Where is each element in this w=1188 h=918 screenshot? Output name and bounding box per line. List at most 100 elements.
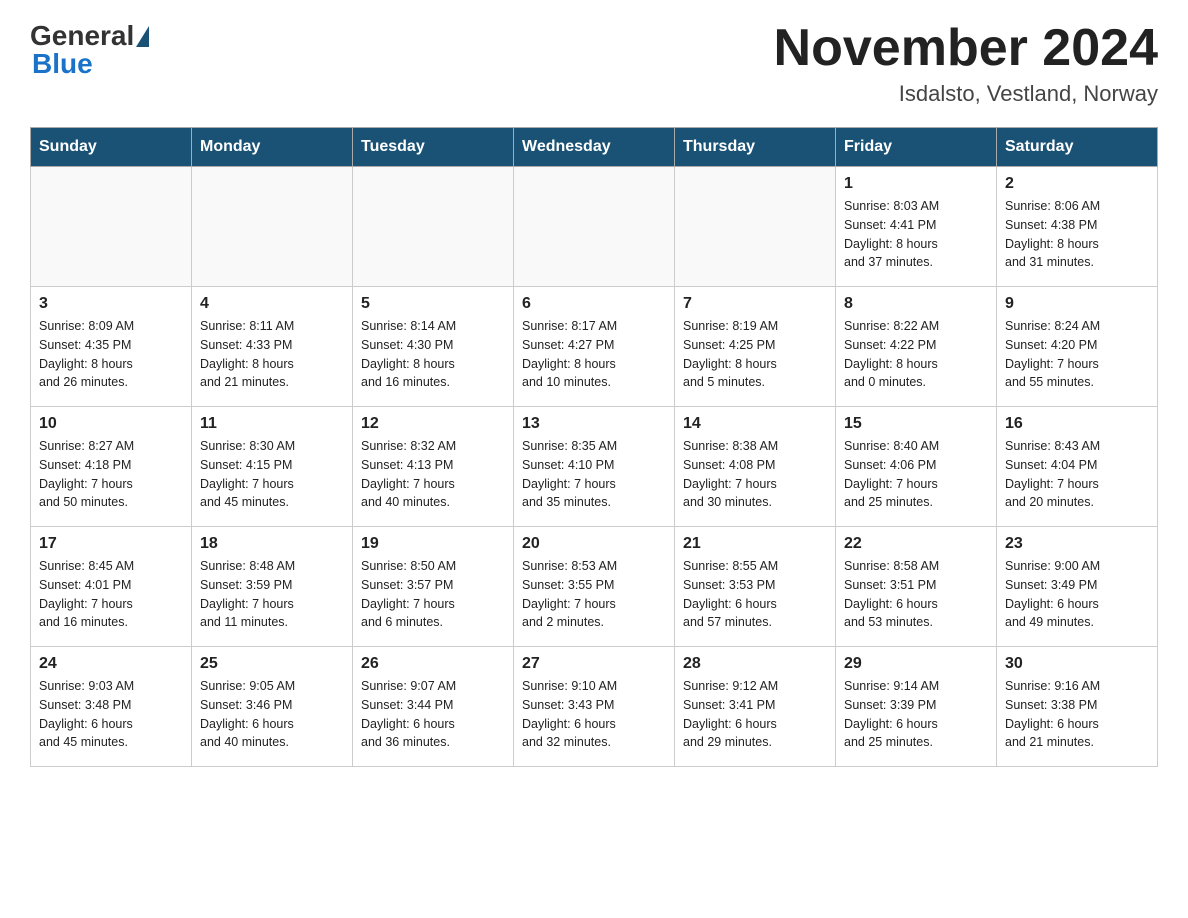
day-number: 17: [39, 535, 183, 553]
day-number: 7: [683, 295, 827, 313]
day-number: 19: [361, 535, 505, 553]
calendar-cell: 21 Sunrise: 8:55 AMSunset: 3:53 PMDayligh…: [675, 527, 836, 647]
day-info: Sunrise: 8:45 AMSunset: 4:01 PMDaylight:…: [39, 557, 183, 632]
page-header: General Blue November 2024 Isdalsto, Ves…: [30, 20, 1158, 107]
day-info: Sunrise: 8:40 AMSunset: 4:06 PMDaylight:…: [844, 437, 988, 512]
day-number: 2: [1005, 175, 1149, 193]
day-info: Sunrise: 8:32 AMSunset: 4:13 PMDaylight:…: [361, 437, 505, 512]
calendar-week-3: 10Sunrise: 8:27 AMSunset: 4:18 PMDayligh…: [31, 407, 1158, 527]
calendar-cell: 13 Sunrise: 8:35 AMSunset: 4:10 PMDayligh…: [514, 407, 675, 527]
calendar-cell: 27 Sunrise: 9:10 AMSunset: 3:43 PMDayligh…: [514, 647, 675, 767]
day-info: Sunrise: 9:14 AMSunset: 3:39 PMDaylight:…: [844, 677, 988, 752]
day-info: Sunrise: 8:48 AMSunset: 3:59 PMDaylight:…: [200, 557, 344, 632]
calendar-cell: 29Sunrise: 9:14 AMSunset: 3:39 PMDayligh…: [836, 647, 997, 767]
day-number: 13: [522, 415, 666, 433]
calendar-cell: 28 Sunrise: 9:12 AMSunset: 3:41 PMDayligh…: [675, 647, 836, 767]
day-number: 27: [522, 655, 666, 673]
calendar-cell: 16 Sunrise: 8:43 AMSunset: 4:04 PMDayligh…: [997, 407, 1158, 527]
header-saturday: Saturday: [997, 128, 1158, 167]
calendar-cell: 4 Sunrise: 8:11 AMSunset: 4:33 PMDaylight…: [192, 287, 353, 407]
calendar-cell: 7 Sunrise: 8:19 AMSunset: 4:25 PMDaylight…: [675, 287, 836, 407]
day-info: Sunrise: 8:35 AMSunset: 4:10 PMDaylight:…: [522, 437, 666, 512]
calendar-cell: 23Sunrise: 9:00 AMSunset: 3:49 PMDayligh…: [997, 527, 1158, 647]
calendar-cell: [31, 167, 192, 287]
calendar-cell: 25 Sunrise: 9:05 AMSunset: 3:46 PMDayligh…: [192, 647, 353, 767]
calendar-table: Sunday Monday Tuesday Wednesday Thursday…: [30, 127, 1158, 767]
calendar-cell: 14 Sunrise: 8:38 AMSunset: 4:08 PMDayligh…: [675, 407, 836, 527]
calendar-cell: 8 Sunrise: 8:22 AMSunset: 4:22 PMDaylight…: [836, 287, 997, 407]
day-info: Sunrise: 9:12 AMSunset: 3:41 PMDaylight:…: [683, 677, 827, 752]
day-number: 23: [1005, 535, 1149, 553]
calendar-cell: 18 Sunrise: 8:48 AMSunset: 3:59 PMDayligh…: [192, 527, 353, 647]
day-number: 5: [361, 295, 505, 313]
day-number: 18: [200, 535, 344, 553]
calendar-cell: 20Sunrise: 8:53 AMSunset: 3:55 PMDayligh…: [514, 527, 675, 647]
title-block: November 2024 Isdalsto, Vestland, Norway: [774, 20, 1158, 107]
day-info: Sunrise: 8:38 AMSunset: 4:08 PMDaylight:…: [683, 437, 827, 512]
day-info: Sunrise: 8:11 AMSunset: 4:33 PMDaylight:…: [200, 317, 344, 392]
day-info: Sunrise: 8:03 AMSunset: 4:41 PMDaylight:…: [844, 197, 988, 272]
day-number: 8: [844, 295, 988, 313]
day-info: Sunrise: 8:58 AMSunset: 3:51 PMDaylight:…: [844, 557, 988, 632]
day-info: Sunrise: 8:30 AMSunset: 4:15 PMDaylight:…: [200, 437, 344, 512]
day-number: 6: [522, 295, 666, 313]
day-number: 4: [200, 295, 344, 313]
day-number: 16: [1005, 415, 1149, 433]
calendar-week-4: 17 Sunrise: 8:45 AMSunset: 4:01 PMDayligh…: [31, 527, 1158, 647]
calendar-cell: 2 Sunrise: 8:06 AMSunset: 4:38 PMDaylight…: [997, 167, 1158, 287]
logo: General Blue: [30, 20, 149, 80]
calendar-subtitle: Isdalsto, Vestland, Norway: [774, 81, 1158, 107]
day-number: 9: [1005, 295, 1149, 313]
calendar-cell: [192, 167, 353, 287]
day-info: Sunrise: 8:24 AMSunset: 4:20 PMDaylight:…: [1005, 317, 1149, 392]
day-number: 3: [39, 295, 183, 313]
day-info: Sunrise: 8:55 AMSunset: 3:53 PMDaylight:…: [683, 557, 827, 632]
calendar-cell: 17 Sunrise: 8:45 AMSunset: 4:01 PMDayligh…: [31, 527, 192, 647]
day-info: Sunrise: 8:14 AMSunset: 4:30 PMDaylight:…: [361, 317, 505, 392]
day-number: 20: [522, 535, 666, 553]
logo-blue-text: Blue: [32, 48, 93, 80]
calendar-cell: 19 Sunrise: 8:50 AMSunset: 3:57 PMDayligh…: [353, 527, 514, 647]
day-info: Sunrise: 8:09 AMSunset: 4:35 PMDaylight:…: [39, 317, 183, 392]
day-number: 21: [683, 535, 827, 553]
calendar-cell: 26Sunrise: 9:07 AMSunset: 3:44 PMDayligh…: [353, 647, 514, 767]
day-info: Sunrise: 9:16 AMSunset: 3:38 PMDaylight:…: [1005, 677, 1149, 752]
day-number: 25: [200, 655, 344, 673]
calendar-cell: 15Sunrise: 8:40 AMSunset: 4:06 PMDayligh…: [836, 407, 997, 527]
day-info: Sunrise: 8:22 AMSunset: 4:22 PMDaylight:…: [844, 317, 988, 392]
day-info: Sunrise: 8:19 AMSunset: 4:25 PMDaylight:…: [683, 317, 827, 392]
calendar-cell: 24 Sunrise: 9:03 AMSunset: 3:48 PMDayligh…: [31, 647, 192, 767]
day-number: 14: [683, 415, 827, 433]
calendar-cell: 11 Sunrise: 8:30 AMSunset: 4:15 PMDayligh…: [192, 407, 353, 527]
day-info: Sunrise: 9:03 AMSunset: 3:48 PMDaylight:…: [39, 677, 183, 752]
calendar-title: November 2024: [774, 20, 1158, 77]
day-info: Sunrise: 8:17 AMSunset: 4:27 PMDaylight:…: [522, 317, 666, 392]
calendar-cell: 6 Sunrise: 8:17 AMSunset: 4:27 PMDaylight…: [514, 287, 675, 407]
header-monday: Monday: [192, 128, 353, 167]
day-number: 26: [361, 655, 505, 673]
header-thursday: Thursday: [675, 128, 836, 167]
logo-triangle-icon: [136, 26, 149, 47]
header-sunday: Sunday: [31, 128, 192, 167]
day-number: 30: [1005, 655, 1149, 673]
day-info: Sunrise: 9:10 AMSunset: 3:43 PMDaylight:…: [522, 677, 666, 752]
calendar-week-2: 3 Sunrise: 8:09 AMSunset: 4:35 PMDaylight…: [31, 287, 1158, 407]
day-number: 12: [361, 415, 505, 433]
day-info: Sunrise: 8:43 AMSunset: 4:04 PMDaylight:…: [1005, 437, 1149, 512]
day-number: 11: [200, 415, 344, 433]
calendar-cell: 12 Sunrise: 8:32 AMSunset: 4:13 PMDayligh…: [353, 407, 514, 527]
header-tuesday: Tuesday: [353, 128, 514, 167]
calendar-cell: [353, 167, 514, 287]
calendar-week-5: 24 Sunrise: 9:03 AMSunset: 3:48 PMDayligh…: [31, 647, 1158, 767]
calendar-cell: 5 Sunrise: 8:14 AMSunset: 4:30 PMDaylight…: [353, 287, 514, 407]
calendar-cell: [514, 167, 675, 287]
day-info: Sunrise: 9:05 AMSunset: 3:46 PMDaylight:…: [200, 677, 344, 752]
day-number: 28: [683, 655, 827, 673]
header-friday: Friday: [836, 128, 997, 167]
calendar-cell: 22Sunrise: 8:58 AMSunset: 3:51 PMDayligh…: [836, 527, 997, 647]
day-info: Sunrise: 8:06 AMSunset: 4:38 PMDaylight:…: [1005, 197, 1149, 272]
calendar-cell: 30 Sunrise: 9:16 AMSunset: 3:38 PMDayligh…: [997, 647, 1158, 767]
day-number: 24: [39, 655, 183, 673]
day-info: Sunrise: 8:50 AMSunset: 3:57 PMDaylight:…: [361, 557, 505, 632]
header-wednesday: Wednesday: [514, 128, 675, 167]
